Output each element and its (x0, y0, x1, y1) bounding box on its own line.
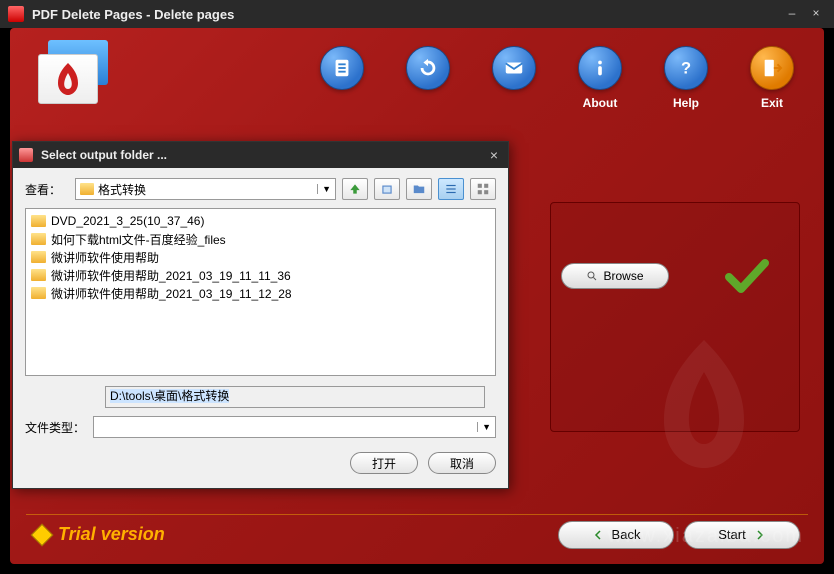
checkmark-icon (725, 257, 769, 302)
list-item[interactable]: DVD_2021_3_25(10_37_46) (29, 212, 492, 230)
look-in-select[interactable]: 格式转换 ▼ (75, 178, 336, 200)
diamond-icon (31, 523, 54, 546)
trial-label: Trial version (34, 524, 165, 545)
dialog-titlebar: Select output folder ... × (13, 142, 508, 168)
search-icon (586, 270, 598, 282)
toolbar-exit[interactable]: Exit (750, 46, 794, 110)
list-item[interactable]: 微讲师软件使用帮助 (29, 248, 492, 266)
look-in-row: 查看： 格式转换 ▼ (25, 178, 496, 200)
folder-icon (31, 233, 46, 245)
folder-icon (80, 183, 94, 195)
look-in-label: 查看： (25, 181, 69, 198)
filetype-select[interactable]: ▼ (93, 416, 496, 438)
mail-icon (503, 57, 525, 79)
toolbar-help[interactable]: ? Help (664, 46, 708, 110)
window-controls: – × (782, 6, 826, 22)
open-button[interactable]: 打开 (350, 452, 418, 474)
folder-dialog: Select output folder ... × 查看： 格式转换 ▼ (12, 141, 509, 489)
help-icon: ? (675, 57, 697, 79)
document-icon (331, 57, 353, 79)
toolbar-item-3[interactable] (492, 46, 536, 110)
toolbar-about[interactable]: About (578, 46, 622, 110)
minimize-button[interactable]: – (782, 6, 802, 22)
arrow-left-icon (592, 529, 606, 541)
list-icon (444, 182, 458, 196)
list-item[interactable]: 微讲师软件使用帮助_2021_03_19_11_12_28 (29, 284, 492, 302)
browse-button[interactable]: Browse (561, 263, 669, 289)
main-toolbar: About ? Help Exit (320, 46, 794, 110)
file-list[interactable]: DVD_2021_3_25(10_37_46) 如何下载html文件-百度经验_… (25, 208, 496, 376)
new-folder-icon (412, 182, 426, 196)
folder-icon (31, 287, 46, 299)
app-logo (38, 40, 112, 106)
new-folder-button[interactable] (406, 178, 432, 200)
chevron-down-icon: ▼ (477, 422, 495, 432)
refresh-icon (417, 57, 439, 79)
list-item[interactable]: 微讲师软件使用帮助_2021_03_19_11_11_36 (29, 266, 492, 284)
chevron-down-icon: ▼ (317, 184, 331, 194)
toolbar-item-1[interactable] (320, 46, 364, 110)
dialog-buttons: 打开 取消 (25, 452, 496, 474)
folder-icon (31, 269, 46, 281)
main-window: PDF Delete Pages - Delete pages – × (0, 0, 834, 574)
arrow-up-icon (348, 182, 362, 196)
path-row: D:\tools\桌面\格式转换 (25, 386, 496, 408)
adobe-watermark-icon (624, 324, 784, 484)
filetype-label: 文件类型： (25, 419, 87, 436)
folder-icon (31, 251, 46, 263)
filetype-row: 文件类型： ▼ (25, 416, 496, 438)
dialog-icon (19, 148, 33, 162)
home-button[interactable] (374, 178, 400, 200)
pdf-icon (48, 59, 88, 99)
dialog-title: Select output folder ... (41, 148, 486, 162)
list-view-button[interactable] (438, 178, 464, 200)
watermark-text: www.xiazaiba.com (607, 525, 804, 548)
info-icon (589, 57, 611, 79)
dialog-close-button[interactable]: × (486, 147, 502, 163)
window-title: PDF Delete Pages - Delete pages (32, 7, 782, 22)
list-item[interactable]: 如何下载html文件-百度经验_files (29, 230, 492, 248)
app-icon (8, 6, 24, 22)
details-view-button[interactable] (470, 178, 496, 200)
toolbar-item-2[interactable] (406, 46, 450, 110)
folder-icon (31, 215, 46, 227)
grid-icon (476, 182, 490, 196)
home-icon (380, 182, 394, 196)
cancel-button[interactable]: 取消 (428, 452, 496, 474)
path-input[interactable]: D:\tools\桌面\格式转换 (105, 386, 485, 408)
exit-icon (761, 57, 783, 79)
titlebar: PDF Delete Pages - Delete pages – × (0, 0, 834, 28)
up-folder-button[interactable] (342, 178, 368, 200)
dialog-body: 查看： 格式转换 ▼ (13, 168, 508, 484)
svg-text:?: ? (681, 60, 691, 78)
close-button[interactable]: × (806, 6, 826, 22)
